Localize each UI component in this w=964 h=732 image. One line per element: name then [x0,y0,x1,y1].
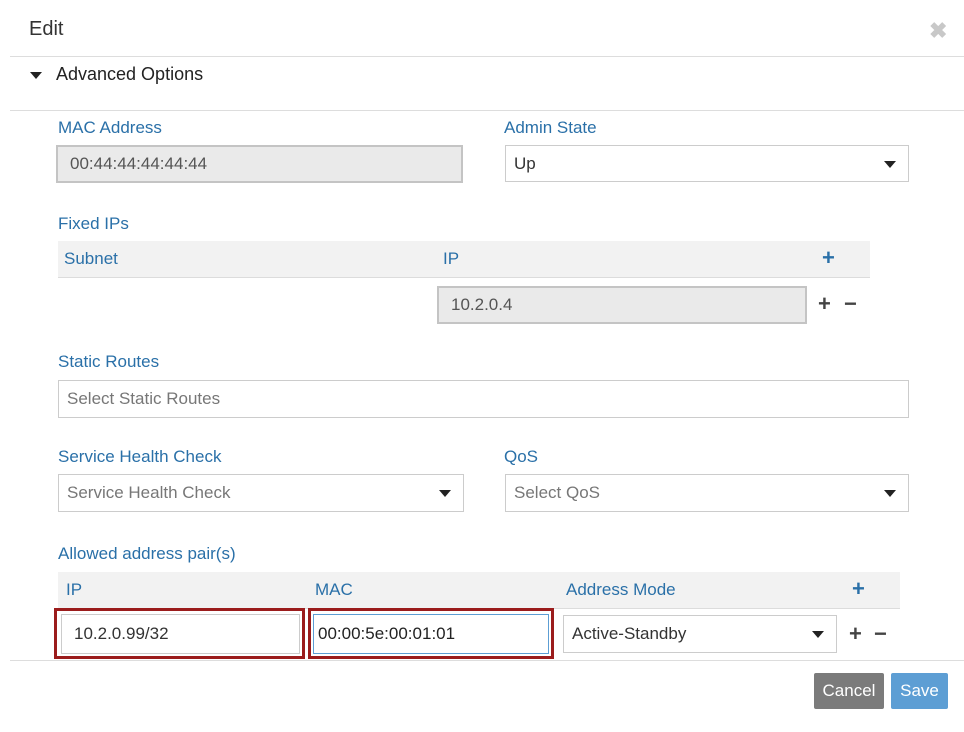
mac-address-value: 00:44:44:44:44:44 [70,154,208,173]
pair-ip-column-header: IP [66,580,83,599]
dialog-title: Edit [29,18,64,40]
service-health-check-select[interactable]: Service Health Check [58,474,464,512]
chevron-down-icon [884,160,896,168]
mac-address-label: MAC Address [58,118,162,137]
pair-mac-input[interactable]: 00:00:5e:00:01:01 [313,614,549,654]
advanced-options-toggle[interactable]: Advanced Options [30,64,203,85]
mac-address-field: 00:44:44:44:44:44 [56,145,463,183]
fixed-ip-field: 10.2.0.4 [437,286,807,324]
advanced-options-label: Advanced Options [56,64,204,84]
allowed-address-pairs-header: IP MAC Address Mode + [58,572,900,609]
admin-state-value: Up [514,153,536,173]
remove-pair-row-icon[interactable]: − [874,623,887,645]
qos-placeholder: Select QoS [514,483,600,502]
pair-mac-value: 00:00:5e:00:01:01 [318,624,456,643]
cancel-button[interactable]: Cancel [814,673,884,709]
static-routes-label: Static Routes [58,352,160,371]
add-address-pair-icon[interactable]: + [852,578,865,600]
caret-down-icon [30,72,42,79]
static-routes-placeholder: Select Static Routes [67,389,221,408]
close-icon[interactable]: ✖ [929,20,947,42]
header-divider [10,56,964,57]
address-mode-column-header: Address Mode [566,580,676,599]
ip-column-header: IP [443,249,460,268]
subnet-column-header: Subnet [64,249,118,268]
chevron-down-icon [884,490,896,497]
address-mode-select[interactable]: Active-Standby [563,615,837,653]
add-fixed-ip-icon[interactable]: + [822,247,835,269]
service-health-check-label: Service Health Check [58,447,222,466]
qos-select[interactable]: Select QoS [505,474,909,512]
save-button[interactable]: Save [891,673,948,709]
admin-state-label: Admin State [504,118,597,137]
chevron-down-icon [439,490,451,497]
fixed-ips-header: Subnet IP + [58,241,870,278]
admin-state-select[interactable]: Up [505,145,909,182]
footer-divider [10,660,964,661]
allowed-address-pairs-label: Allowed address pair(s) [58,544,236,563]
chevron-down-icon [812,631,824,638]
section-divider [10,110,964,111]
static-routes-input[interactable]: Select Static Routes [58,380,909,418]
pair-mac-column-header: MAC [315,580,353,599]
service-health-check-placeholder: Service Health Check [67,483,231,502]
fixed-ip-value: 10.2.0.4 [451,295,513,314]
pair-ip-value: 10.2.0.99/32 [74,624,169,643]
pair-ip-input[interactable]: 10.2.0.99/32 [61,614,300,654]
add-pair-row-icon[interactable]: + [849,623,862,645]
qos-label: QoS [504,447,539,466]
fixed-ips-label: Fixed IPs [58,214,129,233]
remove-row-icon[interactable]: − [844,293,857,315]
add-row-icon[interactable]: + [818,293,831,315]
address-mode-value: Active-Standby [572,624,687,643]
